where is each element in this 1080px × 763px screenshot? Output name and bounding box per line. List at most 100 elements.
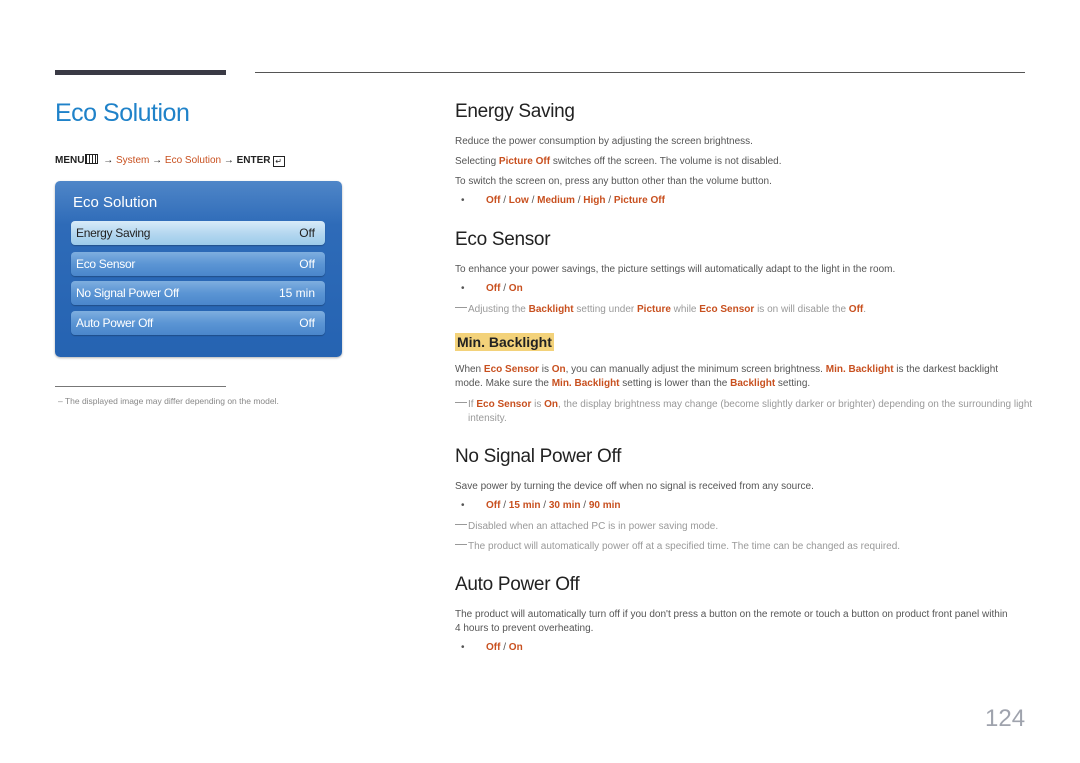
menu-label: MENU: [55, 155, 85, 166]
osd-item-value: 15 min: [278, 286, 315, 300]
highlight: On: [551, 364, 566, 375]
min-backlight-desc: When Eco Sensor is On, you can manually …: [455, 363, 1025, 391]
highlight: Picture Off: [498, 156, 551, 167]
note-dash: [455, 544, 467, 545]
option: 90 min: [588, 500, 621, 511]
osd-item-label: Auto Power Off: [76, 316, 153, 330]
option: Medium: [537, 195, 575, 206]
enter-icon: ↵: [272, 156, 285, 167]
option: High: [583, 195, 606, 206]
text: setting is lower than the: [619, 378, 731, 389]
bullet: •: [461, 283, 465, 294]
arrow: →: [103, 155, 114, 166]
bullet: •: [461, 195, 465, 206]
option: On: [508, 283, 523, 294]
page-number: 124: [985, 705, 1026, 732]
eco-sensor-note: Adjusting the Backlight setting under Pi…: [455, 303, 866, 317]
text: is: [538, 364, 552, 375]
osd-item-label: Energy Saving: [76, 226, 151, 240]
note-dash: [455, 307, 467, 308]
highlight: On: [544, 399, 559, 410]
footnote: – The displayed image may differ dependi…: [58, 396, 279, 406]
highlight: Off: [848, 304, 864, 315]
section-energy-saving: Energy Saving: [455, 101, 575, 123]
osd-menu-panel: Eco Solution Energy Saving Off Eco Senso…: [55, 181, 342, 357]
note-dash: [455, 524, 467, 525]
section-auto-power-off: Auto Power Off: [455, 574, 580, 596]
energy-saving-line3: To switch the screen on, press any butto…: [455, 176, 772, 187]
text: setting under: [573, 304, 637, 315]
arrow: →: [223, 155, 234, 166]
osd-item-no-signal-power-off[interactable]: No Signal Power Off 15 min: [71, 281, 325, 305]
separator: /: [500, 642, 509, 653]
heading-energy-saving: Energy Saving: [455, 101, 575, 122]
footnote-divider: [55, 386, 226, 387]
text: is on will disable the: [754, 304, 849, 315]
heading-no-signal-power-off: No Signal Power Off: [455, 446, 622, 467]
energy-saving-line2: Selecting Picture Off switches off the s…: [455, 155, 781, 169]
option: Off: [486, 283, 501, 294]
text: The product will automatically power off…: [468, 541, 901, 552]
separator: /: [580, 500, 589, 511]
text: .: [863, 304, 867, 315]
highlight: Eco Sensor: [476, 399, 532, 410]
highlight: Backlight: [528, 304, 574, 315]
enter-label: ENTER: [236, 155, 271, 166]
option: 15 min: [508, 500, 541, 511]
text: setting.: [775, 378, 811, 389]
menu-path-eco-solution: Eco Solution: [164, 155, 222, 166]
separator: /: [500, 283, 509, 294]
arrow: →: [152, 155, 163, 166]
osd-item-eco-sensor[interactable]: Eco Sensor Off: [71, 252, 325, 276]
subheading-min-backlight: Min. Backlight: [455, 333, 554, 351]
osd-item-energy-saving[interactable]: Energy Saving Off: [71, 221, 325, 245]
auto-power-off-options: • Off / On: [461, 642, 523, 653]
option: Picture Off: [613, 195, 665, 206]
option: On: [508, 642, 523, 653]
heading-eco-sensor: Eco Sensor: [455, 229, 551, 250]
heading-auto-power-off: Auto Power Off: [455, 574, 580, 595]
bullet: •: [461, 642, 465, 653]
option: Off: [486, 195, 501, 206]
osd-item-value: Off: [299, 226, 315, 240]
highlight: Eco Sensor: [483, 364, 539, 375]
osd-item-label: No Signal Power Off: [76, 286, 179, 300]
text: Adjusting the: [468, 304, 529, 315]
no-signal-options: • Off / 15 min / 30 min / 90 min: [461, 500, 621, 511]
osd-item-value: Off: [299, 316, 315, 330]
text: Disabled when an attached PC is in power…: [468, 521, 719, 532]
text: , you can manually adjust the minimum sc…: [565, 364, 826, 375]
text: is: [531, 399, 545, 410]
separator: /: [574, 195, 584, 206]
separator: /: [528, 195, 538, 206]
eco-sensor-options: • Off / On: [461, 283, 523, 294]
separator: /: [540, 500, 549, 511]
header-rule-thick: [55, 70, 226, 75]
auto-power-off-desc: The product will automatically turn off …: [455, 609, 1008, 634]
highlight: Backlight: [730, 378, 776, 389]
bullet: •: [461, 500, 465, 511]
osd-item-auto-power-off[interactable]: Auto Power Off Off: [71, 311, 325, 335]
text: switches off the screen. The volume is n…: [550, 156, 782, 167]
separator: /: [500, 500, 509, 511]
menu-path-system: System: [116, 155, 150, 166]
section-no-signal-power-off: No Signal Power Off: [455, 446, 621, 468]
text: while: [670, 304, 700, 315]
menu-grid-icon: [85, 154, 99, 164]
section-eco-sensor: Eco Sensor: [455, 229, 551, 251]
highlight: Min. Backlight: [825, 364, 894, 375]
separator: /: [500, 195, 509, 206]
option: 30 min: [548, 500, 581, 511]
page-title: Eco Solution: [55, 99, 190, 127]
osd-item-label: Eco Sensor: [76, 257, 136, 271]
no-signal-note-2: The product will automatically power off…: [455, 540, 900, 554]
option: Low: [508, 195, 529, 206]
highlight: Eco Sensor: [699, 304, 755, 315]
eco-sensor-desc: To enhance your power savings, the pictu…: [455, 264, 896, 275]
text: When: [455, 364, 484, 375]
option: Off: [486, 500, 501, 511]
energy-saving-line1: Reduce the power consumption by adjustin…: [455, 136, 753, 147]
no-signal-desc: Save power by turning the device off whe…: [455, 481, 814, 492]
osd-title: Eco Solution: [73, 194, 158, 211]
no-signal-note-1: Disabled when an attached PC is in power…: [455, 520, 718, 534]
